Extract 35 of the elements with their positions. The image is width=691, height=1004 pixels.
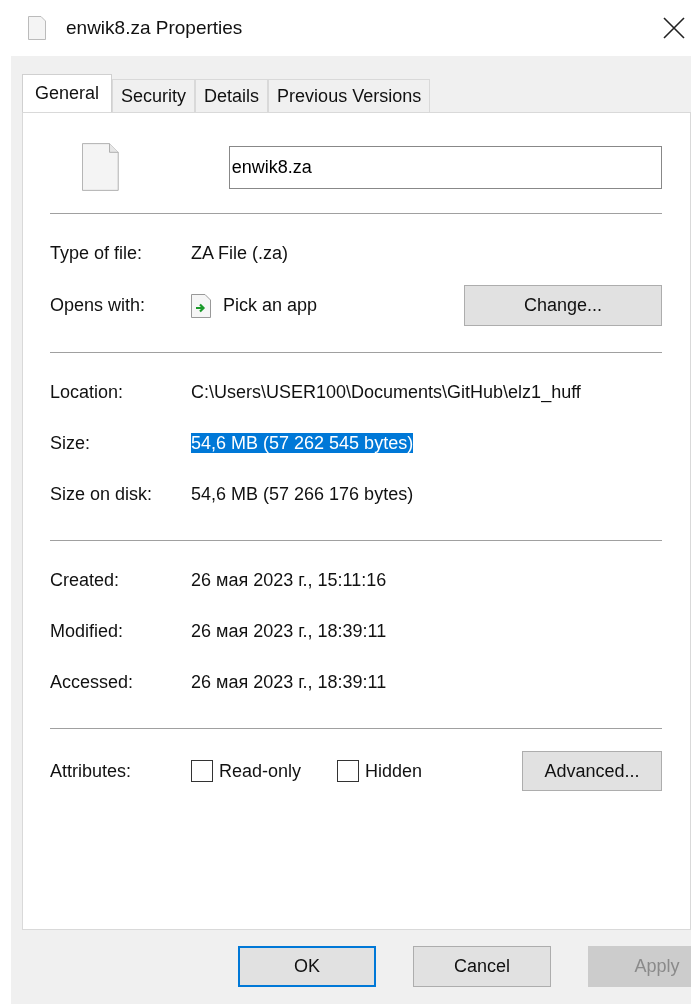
app-file-icon [191,293,211,318]
field-value: 26 мая 2023 г., 18:39:11 [191,621,388,642]
file-name-field[interactable]: enwik8.za [228,145,662,189]
field-value: ZA File (.za) [191,243,289,264]
tab[interactable]: General [22,74,113,112]
dialog-button[interactable]: OK [238,946,376,987]
field-label: Location: [50,382,125,403]
field-label: Size on disk: [50,484,154,505]
file-icon [28,16,46,40]
field-value: 54,6 MB (57 266 176 bytes) [191,484,414,504]
field-label: Modified: [50,621,125,642]
checkbox-label[interactable]: Hidden [365,760,423,782]
checkbox[interactable] [191,760,213,782]
field-label: Size: [50,433,92,454]
dialog-button[interactable]: Cancel [413,946,551,987]
field-value: 26 мая 2023 г., 15:11:16 [191,570,388,591]
field-value: 26 мая 2023 г., 18:39:11 [191,672,388,693]
field-label: Accessed: [50,672,135,693]
advanced-button[interactable]: Advanced... [522,751,662,791]
checkbox-label[interactable]: Read-only [219,760,302,782]
tab[interactable]: Security [112,79,196,112]
window-title: enwik8.za Properties [66,17,244,39]
app-name: Pick an app [223,295,318,316]
field-label: Created: [50,570,121,591]
field-label: Opens with: [50,295,147,316]
field-label: Attributes: [50,760,133,782]
checkbox[interactable] [337,760,360,782]
field-value: 54,6 MB (57 262 545 bytes) [191,433,414,453]
tab[interactable]: Previous Versions [268,79,431,112]
change-button[interactable]: Change... [464,285,662,326]
tab[interactable]: Details [195,79,269,112]
field-value: C:\Users\USER100\Documents\GitHub\elz1_huff [191,382,581,402]
file-icon [82,141,119,193]
close-icon[interactable] [663,17,685,39]
field-label: Type of file: [50,243,144,264]
